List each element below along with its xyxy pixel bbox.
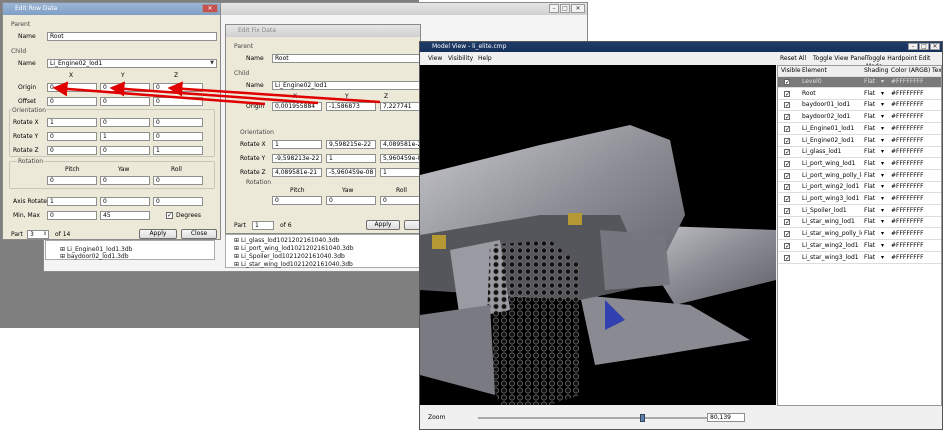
annotation-arrows xyxy=(52,81,381,106)
